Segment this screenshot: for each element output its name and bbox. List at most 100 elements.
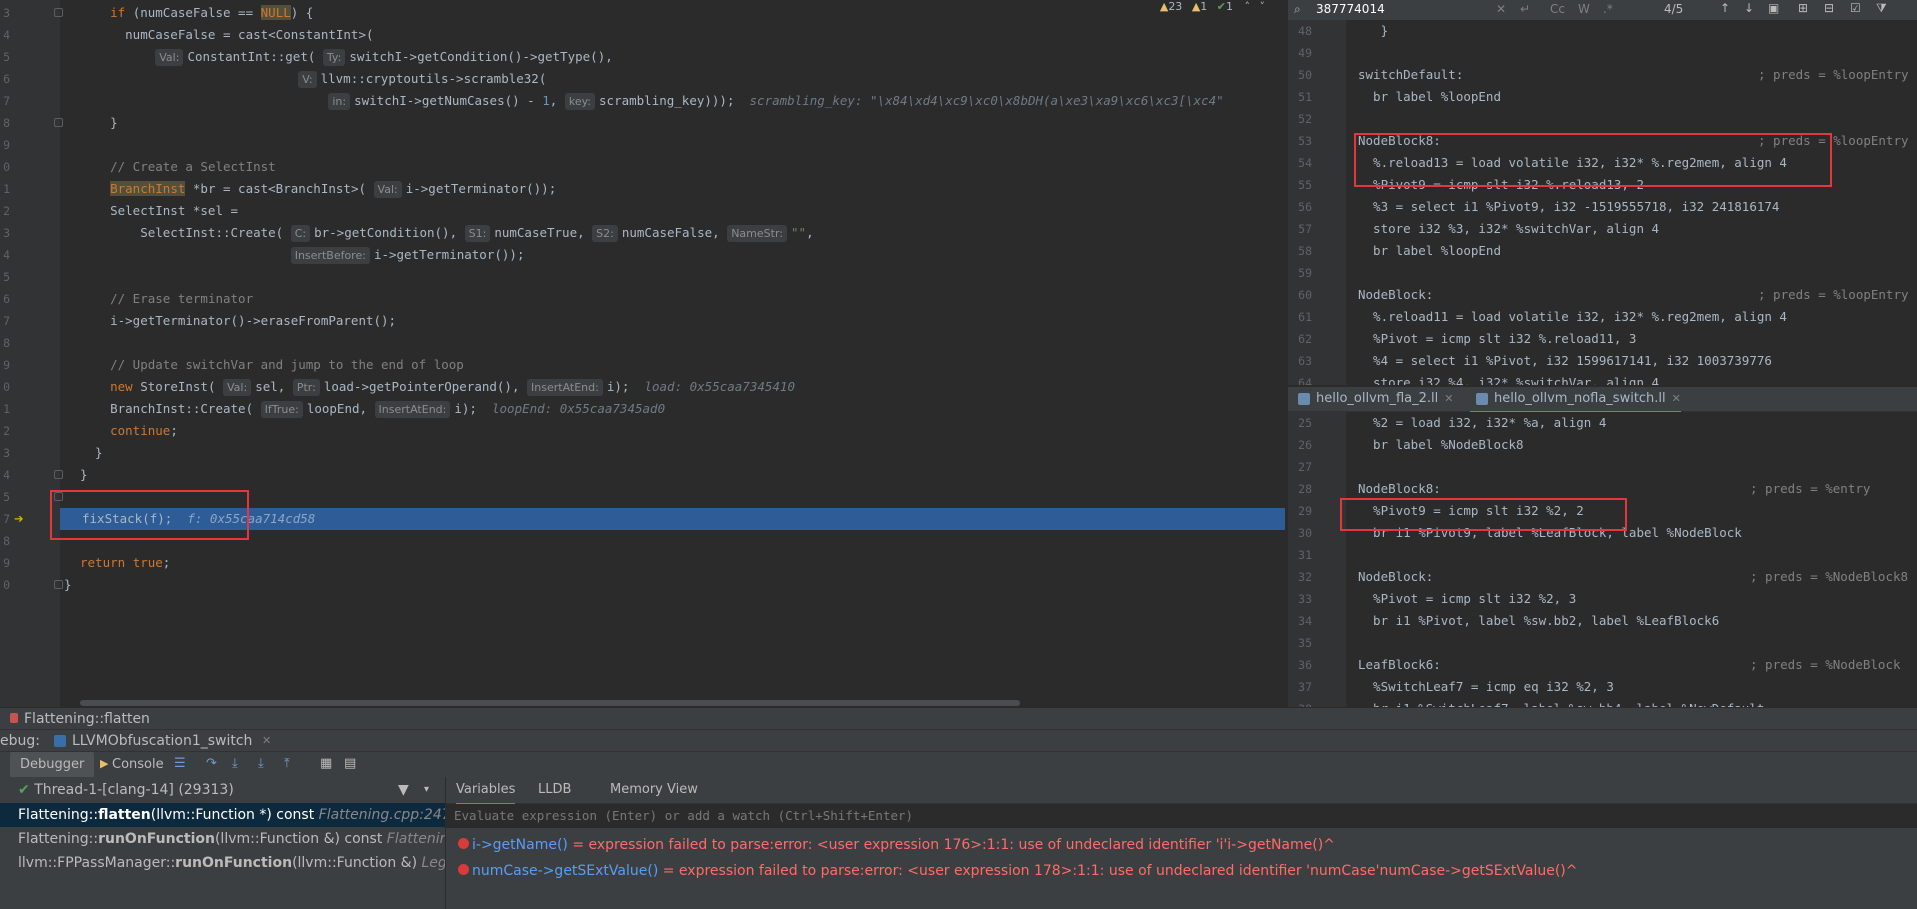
code-editor-right-bottom[interactable]: 25 %2 = load i32, i32* %a, align 4 26 br … [1288, 412, 1917, 707]
code-line[interactable]: 37 %SwitchLeaf7 = icmp eq i32 %2, 3 [1288, 676, 1917, 698]
match-case-toggle[interactable]: Cc [1550, 2, 1565, 16]
editor-tab[interactable]: hello_ollvm_nofla_switch.ll ✕ [1470, 387, 1681, 414]
code-line[interactable]: 0 // Create a SelectInst [0, 156, 1285, 178]
step-out-icon[interactable]: ⤒ [284, 756, 290, 771]
code-line[interactable]: 31 [1288, 544, 1917, 566]
code-line[interactable]: 7 in: switchI->getNumCases() - 1, key: scr… [0, 90, 1285, 112]
editor-tab[interactable]: hello_ollvm_fla_2.ll ✕ [1292, 387, 1453, 411]
chevron-down-icon[interactable]: ▾ [424, 777, 429, 803]
code-line[interactable]: 35 [1288, 632, 1917, 654]
thread-selector[interactable]: ✔ Thread-1-[clang-14] (29313) ▼ ▾ [0, 777, 445, 803]
fold-marker-icon[interactable] [54, 118, 63, 127]
code-line[interactable]: 1 BranchInst *br = cast<BranchInst>( Val… [0, 178, 1285, 200]
code-line[interactable]: 3 if (numCaseFalse == NULL) { [0, 2, 1285, 24]
code-line[interactable]: 0 new StoreInst( Val: sel, Ptr: load->getP… [0, 376, 1285, 398]
code-editor-left[interactable]: ▲23 ▲1 ✔1 ˄ ˅ 3 if (numCaseFalse == NULL… [0, 0, 1285, 707]
force-step-into-icon[interactable]: ⤓ [258, 756, 264, 771]
code-line[interactable]: 9 [0, 134, 1285, 156]
evaluate-expression-input[interactable]: Evaluate expression (Enter) or add a wat… [446, 804, 1917, 828]
select-all-icon[interactable]: ☑ [1850, 1, 1861, 15]
horizontal-scrollbar[interactable] [80, 700, 1020, 706]
code-line[interactable]: 50 switchDefault: ; preds = %loopEntry [1288, 64, 1917, 86]
code-line[interactable]: 51 br label %loopEnd [1288, 86, 1917, 108]
fold-marker-icon[interactable] [54, 580, 63, 589]
layout-menu-icon[interactable]: ☰ [174, 756, 186, 771]
code-line[interactable]: 1 BranchInst::Create( IfTrue: loopEnd, In… [0, 398, 1285, 420]
watch-error-row[interactable]: numCase->getSExtValue() = expression fai… [458, 859, 1577, 883]
code-line[interactable]: 58 br label %loopEnd [1288, 240, 1917, 262]
code-line[interactable]: 5 Val: ConstantInt::get( Ty: switchI->getC… [0, 46, 1285, 68]
code-line[interactable]: 34 br i1 %Pivot, label %sw.bb2, label %L… [1288, 610, 1917, 632]
stack-frame[interactable]: Flattening::runOnFunction(llvm::Function… [0, 827, 445, 851]
code-line[interactable]: 62 %Pivot = icmp slt i32 %.reload11, 3 [1288, 328, 1917, 350]
code-line[interactable]: 61 %.reload11 = load volatile i32, i32* … [1288, 306, 1917, 328]
code-line[interactable]: 9 return true; [0, 552, 1285, 574]
remove-selection-icon[interactable]: ⊟ [1824, 1, 1834, 15]
search-input[interactable]: 387774014 [1316, 2, 1385, 16]
breadcrumb[interactable]: Flattening::flatten [0, 707, 1917, 730]
code-line[interactable]: 6 // Erase terminator [0, 288, 1285, 310]
code-line[interactable]: 3 } [0, 442, 1285, 464]
fold-marker-icon[interactable] [54, 8, 63, 17]
code-editor-right-top[interactable]: ⌕ 387774014 ✕ ↵ Cc W .* 4/5 ↑ ↓ ▣ ⊞ ⊟ ☑ … [1288, 0, 1917, 385]
code-line[interactable]: 2 continue; [0, 420, 1285, 442]
code-line[interactable]: 64 store i32 %4, i32* %switchVar, align … [1288, 372, 1917, 385]
evaluate-icon[interactable]: ▦ [320, 756, 332, 771]
code-line[interactable]: 26 br label %NodeBlock8 [1288, 434, 1917, 456]
close-tab-icon[interactable]: ✕ [1444, 392, 1453, 405]
next-match-icon[interactable]: ↓ [1744, 1, 1754, 15]
code-line[interactable]: 36 LeafBlock6: ; preds = %NodeBlock [1288, 654, 1917, 676]
variables-tab[interactable]: Memory View [610, 777, 698, 803]
step-into-icon[interactable]: ⤓ [232, 756, 238, 771]
code-line[interactable]: 4} [0, 464, 1285, 486]
code-line[interactable]: 8 } [0, 112, 1285, 134]
code-text: // Create a SelectInst [80, 156, 276, 178]
code-line[interactable]: 60 NodeBlock: ; preds = %loopEntry [1288, 284, 1917, 306]
code-line[interactable]: 63 %4 = select i1 %Pivot, i32 1599617141… [1288, 350, 1917, 372]
code-line[interactable]: 7 i->getTerminator()->eraseFromParent(); [0, 310, 1285, 332]
fold-marker-icon[interactable] [54, 470, 63, 479]
close-tab-icon[interactable]: ✕ [1672, 392, 1681, 405]
regex-toggle[interactable]: .* [1603, 2, 1613, 16]
replace-icon[interactable]: ↵ [1520, 2, 1530, 16]
watch-error-row[interactable]: i->getName() = expression failed to pars… [458, 833, 1335, 857]
code-line[interactable]: 9 // Update switchVar and jump to the en… [0, 354, 1285, 376]
debugger-tab[interactable]: Debugger [10, 752, 95, 778]
filter-icon[interactable]: ⧩ [1876, 1, 1887, 16]
previous-match-icon[interactable]: ↑ [1720, 1, 1730, 15]
code-line[interactable]: 32 NodeBlock: ; preds = %NodeBlock8 [1288, 566, 1917, 588]
step-over-icon[interactable]: ↷ [206, 756, 217, 771]
clear-search-icon[interactable]: ✕ [1496, 2, 1506, 16]
restore-layout-icon[interactable]: ▤ [344, 756, 356, 771]
whole-word-toggle[interactable]: W [1578, 2, 1590, 16]
add-selection-icon[interactable]: ⊞ [1798, 1, 1808, 15]
code-line[interactable]: 25 %2 = load i32, i32* %a, align 4 [1288, 412, 1917, 434]
code-line[interactable]: 4 numCaseFalse = cast<ConstantInt>( [0, 24, 1285, 46]
code-line[interactable]: 33 %Pivot = icmp slt i32 %2, 3 [1288, 588, 1917, 610]
code-line[interactable]: 5 [0, 266, 1285, 288]
variables-tab[interactable]: LLDB [538, 777, 571, 803]
code-line[interactable]: 38 br i1 %SwitchLeaf7, label %sw.bb4, la… [1288, 698, 1917, 707]
select-all-occurrences-icon[interactable]: ▣ [1768, 1, 1779, 15]
watch-error-message: = expression failed to parse:error: <use… [567, 837, 1335, 853]
code-line[interactable]: 56 %3 = select i1 %Pivot9, i32 -15195557… [1288, 196, 1917, 218]
code-line[interactable]: 0} [0, 574, 1285, 596]
code-line[interactable]: 28 NodeBlock8: ; preds = %entry [1288, 478, 1917, 500]
code-line[interactable]: 49 [1288, 42, 1917, 64]
stack-frame[interactable]: Flattening::flatten(llvm::Function *) co… [0, 803, 445, 827]
code-line[interactable]: 6 V: llvm::cryptoutils->scramble32( [0, 68, 1285, 90]
code-line[interactable]: 27 [1288, 456, 1917, 478]
code-line[interactable]: 3 SelectInst::Create( C: br->getCondition… [0, 222, 1285, 244]
code-line[interactable]: 48 } [1288, 20, 1917, 42]
filter-icon[interactable]: ▼ [398, 777, 409, 803]
code-line[interactable]: 2 SelectInst *sel = [0, 200, 1285, 222]
code-line[interactable]: 4 InsertBefore: i->getTerminator()); [0, 244, 1285, 266]
code-line[interactable]: 59 [1288, 262, 1917, 284]
code-line[interactable]: 8 [0, 332, 1285, 354]
stack-frame[interactable]: llvm::FPPassManager::runOnFunction(llvm:… [0, 851, 445, 875]
console-tab[interactable]: Console [112, 752, 164, 778]
code-line[interactable]: 57 store i32 %3, i32* %switchVar, align … [1288, 218, 1917, 240]
code-line[interactable]: 52 [1288, 108, 1917, 130]
close-session-icon[interactable]: ✕ [262, 730, 271, 752]
variables-tab[interactable]: Variables [456, 777, 516, 805]
